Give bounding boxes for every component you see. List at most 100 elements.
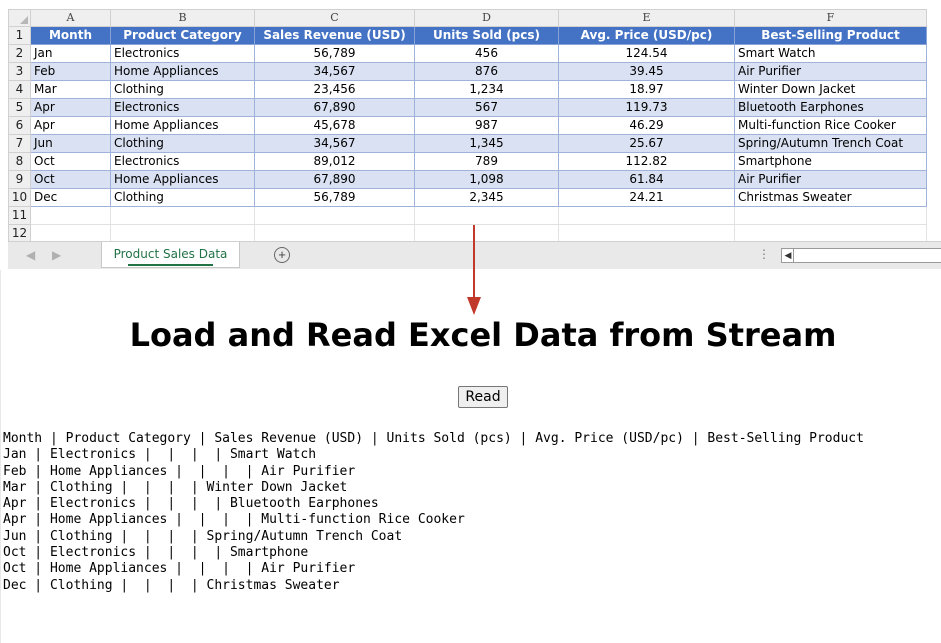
table-cell[interactable]: 67,890 [254, 170, 415, 189]
table-cell[interactable]: Clothing [110, 80, 255, 99]
header-cell[interactable]: Avg. Price (USD/pc) [558, 26, 735, 45]
table-cell[interactable]: Clothing [110, 188, 255, 207]
table-cell[interactable]: Smartphone [734, 152, 927, 171]
row-number[interactable]: 11 [8, 206, 31, 225]
splitter-dots-icon[interactable]: ⋮ [758, 247, 770, 261]
header-cell[interactable]: Sales Revenue (USD) [254, 26, 415, 45]
table-cell[interactable]: 89,012 [254, 152, 415, 171]
table-cell[interactable]: 46.29 [558, 116, 735, 135]
table-cell[interactable]: 56,789 [254, 44, 415, 63]
select-all-corner[interactable] [8, 9, 31, 27]
table-cell[interactable]: 56,789 [254, 188, 415, 207]
horizontal-scrollbar[interactable]: ◀ [781, 248, 941, 263]
row-number[interactable]: 9 [8, 170, 31, 189]
table-cell[interactable]: 1,234 [414, 80, 559, 99]
table-cell[interactable]: Air Purifier [734, 62, 927, 81]
row-number[interactable]: 6 [8, 116, 31, 135]
table-cell[interactable]: 39.45 [558, 62, 735, 81]
table-cell[interactable]: Home Appliances [110, 170, 255, 189]
table-cell[interactable]: Jun [30, 134, 111, 153]
empty-cell[interactable] [30, 224, 111, 243]
table-cell[interactable]: Oct [30, 152, 111, 171]
table-cell[interactable]: 876 [414, 62, 559, 81]
table-cell[interactable]: 2,345 [414, 188, 559, 207]
table-cell[interactable]: Clothing [110, 134, 255, 153]
table-cell[interactable]: Home Appliances [110, 62, 255, 81]
read-button[interactable]: Read [458, 386, 508, 408]
table-cell[interactable]: Winter Down Jacket [734, 80, 927, 99]
empty-cell[interactable] [254, 206, 415, 225]
header-cell[interactable]: Units Sold (pcs) [414, 26, 559, 45]
table-cell[interactable]: Apr [30, 98, 111, 117]
empty-cell[interactable] [110, 206, 255, 225]
empty-cell[interactable] [30, 206, 111, 225]
table-cell[interactable]: 567 [414, 98, 559, 117]
table-cell[interactable]: 45,678 [254, 116, 415, 135]
table-cell[interactable]: Dec [30, 188, 111, 207]
table-cell[interactable]: Mar [30, 80, 111, 99]
table-cell[interactable]: Home Appliances [110, 116, 255, 135]
table-cell[interactable]: 1,098 [414, 170, 559, 189]
table-cell[interactable]: 789 [414, 152, 559, 171]
table-cell[interactable]: 67,890 [254, 98, 415, 117]
empty-cell[interactable] [254, 224, 415, 243]
row-number[interactable]: 4 [8, 80, 31, 99]
row-number[interactable]: 3 [8, 62, 31, 81]
add-sheet-icon[interactable]: + [274, 247, 290, 263]
table-cell[interactable]: Smart Watch [734, 44, 927, 63]
header-cell[interactable]: Product Category [110, 26, 255, 45]
row-number[interactable]: 10 [8, 188, 31, 207]
header-cell[interactable]: Month [30, 26, 111, 45]
table-cell[interactable]: Jan [30, 44, 111, 63]
column-letter[interactable]: A [30, 9, 111, 27]
table-cell[interactable]: 25.67 [558, 134, 735, 153]
table-cell[interactable]: 24.21 [558, 188, 735, 207]
table-cell[interactable]: 61.84 [558, 170, 735, 189]
table-cell[interactable]: Apr [30, 116, 111, 135]
column-letter[interactable]: D [414, 9, 559, 27]
row-number[interactable]: 2 [8, 44, 31, 63]
table-cell[interactable]: 34,567 [254, 134, 415, 153]
prev-sheet-icon[interactable]: ◀ [26, 248, 35, 262]
empty-cell[interactable] [558, 206, 735, 225]
table-cell[interactable]: Air Purifier [734, 170, 927, 189]
table-cell[interactable]: Bluetooth Earphones [734, 98, 927, 117]
column-letter[interactable]: E [558, 9, 735, 27]
column-letter[interactable]: C [254, 9, 415, 27]
table-cell[interactable]: Electronics [110, 152, 255, 171]
table-cell[interactable]: Multi-function Rice Cooker [734, 116, 927, 135]
empty-cell[interactable] [558, 224, 735, 243]
header-cell[interactable]: Best-Selling Product [734, 26, 927, 45]
table-cell[interactable]: 987 [414, 116, 559, 135]
row-number[interactable]: 12 [8, 224, 31, 243]
table-cell[interactable]: 456 [414, 44, 559, 63]
table-cell[interactable]: 124.54 [558, 44, 735, 63]
table-cell[interactable]: 18.97 [558, 80, 735, 99]
row-number[interactable]: 1 [8, 26, 31, 45]
sheet-tab-product-sales-data[interactable]: Product Sales Data [101, 242, 240, 268]
spreadsheet-grid: A B C D E F 1 Month Product Category Sales Revenu… [8, 9, 927, 243]
empty-cell[interactable] [734, 224, 927, 243]
column-letter[interactable]: B [110, 9, 255, 27]
table-cell[interactable]: Christmas Sweater [734, 188, 927, 207]
table-cell[interactable]: 23,456 [254, 80, 415, 99]
row-number[interactable]: 5 [8, 98, 31, 117]
column-letter[interactable]: F [734, 9, 927, 27]
table-cell[interactable]: Electronics [110, 44, 255, 63]
row-number[interactable]: 7 [8, 134, 31, 153]
empty-cell[interactable] [734, 206, 927, 225]
table-cell[interactable]: 1,345 [414, 134, 559, 153]
table-cell[interactable]: Spring/Autumn Trench Coat [734, 134, 927, 153]
next-sheet-icon[interactable]: ▶ [52, 248, 61, 262]
table-cell[interactable]: 119.73 [558, 98, 735, 117]
scroll-left-icon[interactable]: ◀ [783, 249, 794, 262]
table-cell[interactable]: Oct [30, 170, 111, 189]
table-cell[interactable]: 112.82 [558, 152, 735, 171]
empty-cell[interactable] [414, 206, 559, 225]
empty-cell[interactable] [414, 224, 559, 243]
row-number[interactable]: 8 [8, 152, 31, 171]
table-cell[interactable]: 34,567 [254, 62, 415, 81]
empty-cell[interactable] [110, 224, 255, 243]
table-cell[interactable]: Electronics [110, 98, 255, 117]
table-cell[interactable]: Feb [30, 62, 111, 81]
